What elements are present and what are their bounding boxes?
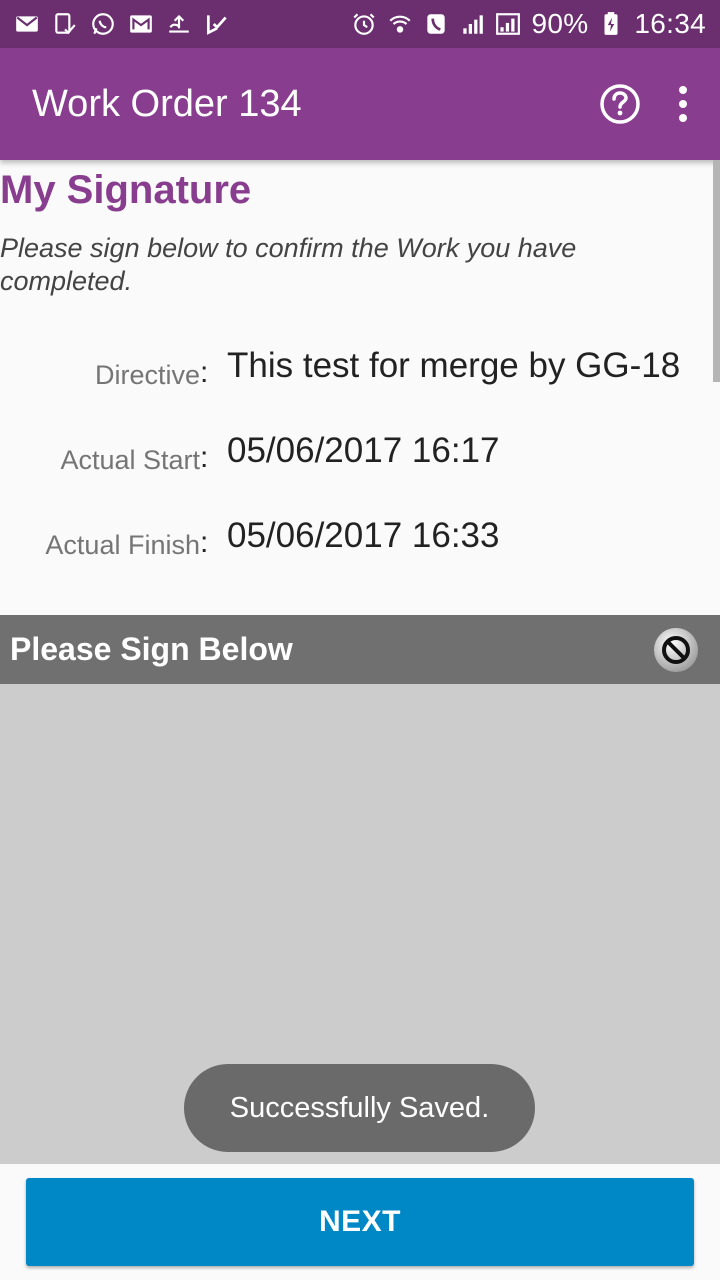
signal-icon: [459, 11, 485, 37]
signature-header: Please Sign Below: [0, 615, 720, 684]
field-row-actual-finish: Actual Finish : 05/06/2017 16:33: [0, 516, 720, 566]
battery-percent: 90%: [531, 8, 589, 39]
status-bar: 90% 16:34: [0, 0, 720, 48]
field-colon: :: [200, 441, 209, 474]
app-bar-title: Work Order 134: [32, 82, 302, 125]
app-bar: Work Order 134: [0, 48, 720, 160]
page-title: My Signature: [0, 168, 252, 212]
app-bar-actions: [598, 82, 720, 126]
voicemail-icon: [52, 11, 78, 37]
field-value: This test for merge by GG-18: [227, 346, 681, 385]
system-icons: 90% 16:34: [351, 8, 720, 40]
phone-icon: [423, 11, 449, 37]
whatsapp-icon: [90, 11, 116, 37]
field-colon: :: [200, 356, 209, 389]
field-value: 05/06/2017 16:17: [227, 431, 500, 470]
alarm-icon: [351, 11, 377, 37]
gmail-icon: [128, 11, 154, 37]
toast-message: Successfully Saved.: [184, 1064, 535, 1152]
battery-charging-icon: [598, 11, 624, 37]
mail-icon: [14, 11, 40, 37]
field-row-actual-start: Actual Start : 05/06/2017 16:17: [0, 431, 720, 481]
check-icon: [204, 11, 230, 37]
more-vert-icon[interactable]: [676, 84, 690, 124]
field-label: Directive: [94, 360, 200, 390]
upload-icon: [166, 11, 192, 37]
clock: 16:34: [634, 8, 706, 39]
signature-title: Please Sign Below: [10, 631, 293, 667]
block-icon[interactable]: [652, 626, 700, 674]
field-colon: :: [200, 526, 209, 559]
field-value: 05/06/2017 16:33: [227, 516, 500, 555]
instruction-text: Please sign below to confirm the Work yo…: [0, 233, 577, 296]
field-label: Actual Start: [60, 445, 200, 475]
wifi-calling-icon: [387, 11, 413, 37]
help-icon[interactable]: [598, 82, 642, 126]
notification-icons: [0, 11, 230, 37]
next-button[interactable]: NEXT: [26, 1178, 694, 1266]
signal-2-icon: [495, 11, 521, 37]
field-row-directive: Directive : This test for merge by GG-18: [0, 346, 720, 396]
field-label: Actual Finish: [45, 530, 200, 560]
